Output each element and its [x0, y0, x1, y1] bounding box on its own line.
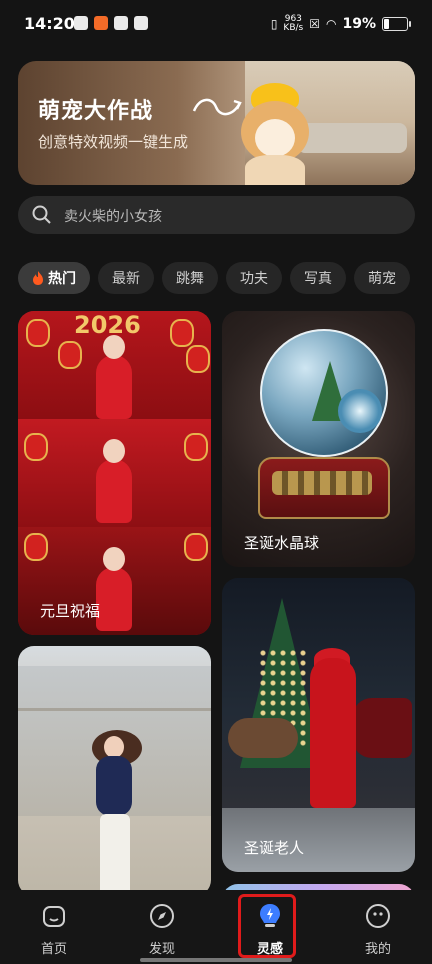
puppy-face — [255, 119, 295, 157]
santa-image — [310, 658, 356, 808]
battery-icon — [382, 17, 411, 31]
card-label: 元旦祝福 — [40, 602, 101, 620]
nav-label: 我的 — [364, 942, 391, 957]
banner-title: 萌宠大作战 — [38, 99, 154, 124]
compass-icon — [150, 904, 174, 928]
lantern-image — [186, 345, 210, 373]
card-dance-video[interactable] — [18, 646, 211, 896]
card-new-year[interactable]: 2026 元旦祝福 — [18, 311, 211, 635]
vibrate-icon: ▯ — [270, 17, 278, 31]
tab-label: 功夫 — [240, 271, 268, 287]
gears-image — [272, 471, 372, 495]
girl-body — [96, 756, 132, 816]
banner-subtitle: 创意特效视频一键生成 — [38, 133, 189, 151]
girl-head — [104, 736, 124, 758]
card-santa[interactable]: 圣诞老人 — [222, 578, 415, 872]
card-panel: 2026 — [18, 311, 211, 419]
status-time: 14:20 — [24, 14, 75, 33]
sim-icon — [74, 16, 88, 30]
net-speed: 963 KB/s — [283, 15, 303, 33]
search-bar[interactable]: 卖火柴的小女孩 — [18, 196, 415, 234]
nav-label: 发现 — [148, 942, 175, 957]
tab-hot[interactable]: 热门 — [18, 262, 90, 294]
battery-percent: 19% — [342, 16, 376, 32]
reindeer-image — [228, 718, 298, 758]
battery-fill — [384, 19, 389, 29]
wifi-icon: ◠ — [326, 17, 337, 31]
wave-image — [338, 389, 382, 433]
sleigh-image — [352, 698, 412, 758]
lantern-image — [184, 433, 208, 461]
notification-icons — [74, 16, 148, 30]
bottom-nav: 首页 发现 灵感 我的 — [0, 890, 432, 964]
person-image — [96, 331, 132, 419]
tab-portrait[interactable]: 写真 — [290, 262, 346, 294]
tab-label: 跳舞 — [176, 271, 204, 287]
tab-label: 写真 — [304, 271, 332, 287]
tab-kungfu[interactable]: 功夫 — [226, 262, 282, 294]
profile-icon — [366, 904, 390, 928]
nav-profile[interactable]: 我的 — [324, 890, 432, 964]
tab-pets[interactable]: 萌宠 — [354, 262, 410, 294]
nfc-icon: ☒ — [309, 17, 320, 31]
card-panel — [18, 419, 211, 527]
nav-home[interactable]: 首页 — [0, 890, 108, 964]
nav-label: 首页 — [40, 942, 67, 957]
tab-label: 萌宠 — [368, 271, 396, 287]
promo-banner[interactable]: 萌宠大作战 创意特效视频一键生成 — [18, 61, 415, 185]
wall-line — [18, 708, 211, 711]
status-right: ▯ 963 KB/s ☒ ◠ 19% — [270, 15, 411, 33]
search-icon — [32, 205, 51, 224]
home-icon — [43, 906, 65, 927]
net-speed-unit: KB/s — [283, 23, 304, 33]
card-label: 圣诞老人 — [244, 839, 305, 857]
link-icon — [114, 16, 128, 30]
card-snow-globe[interactable]: 圣诞水晶球 — [222, 311, 415, 567]
lantern-image — [24, 433, 48, 461]
status-bar: 14:20 ▯ 963 KB/s ☒ ◠ 19% — [0, 0, 432, 52]
lantern-image — [58, 341, 82, 369]
nav-discover[interactable]: 发现 — [108, 890, 216, 964]
puppy-body — [245, 155, 305, 185]
lantern-image — [24, 533, 48, 561]
tab-latest[interactable]: 最新 — [98, 262, 154, 294]
fire-icon — [33, 271, 43, 285]
tab-dance[interactable]: 跳舞 — [162, 262, 218, 294]
lantern-image — [170, 319, 194, 347]
tab-label: 最新 — [112, 271, 140, 287]
highlight-box — [238, 894, 296, 958]
message-icon — [134, 16, 148, 30]
search-input[interactable]: 卖火柴的小女孩 — [64, 206, 162, 226]
snow-globe-image — [260, 329, 388, 457]
girl-legs — [100, 814, 130, 896]
home-indicator — [140, 958, 292, 962]
person-image — [96, 543, 132, 631]
card-label: 圣诞水晶球 — [244, 534, 320, 552]
year-text: 2026 — [74, 311, 141, 339]
lantern-image — [184, 533, 208, 561]
arrow-icon — [192, 98, 242, 116]
category-tabs: 热门 最新 跳舞 功夫 写真 萌宠 — [18, 262, 432, 296]
person-image — [96, 435, 132, 523]
app-notification-icon — [94, 16, 108, 30]
tab-label: 热门 — [48, 271, 76, 287]
lantern-image — [26, 319, 50, 347]
